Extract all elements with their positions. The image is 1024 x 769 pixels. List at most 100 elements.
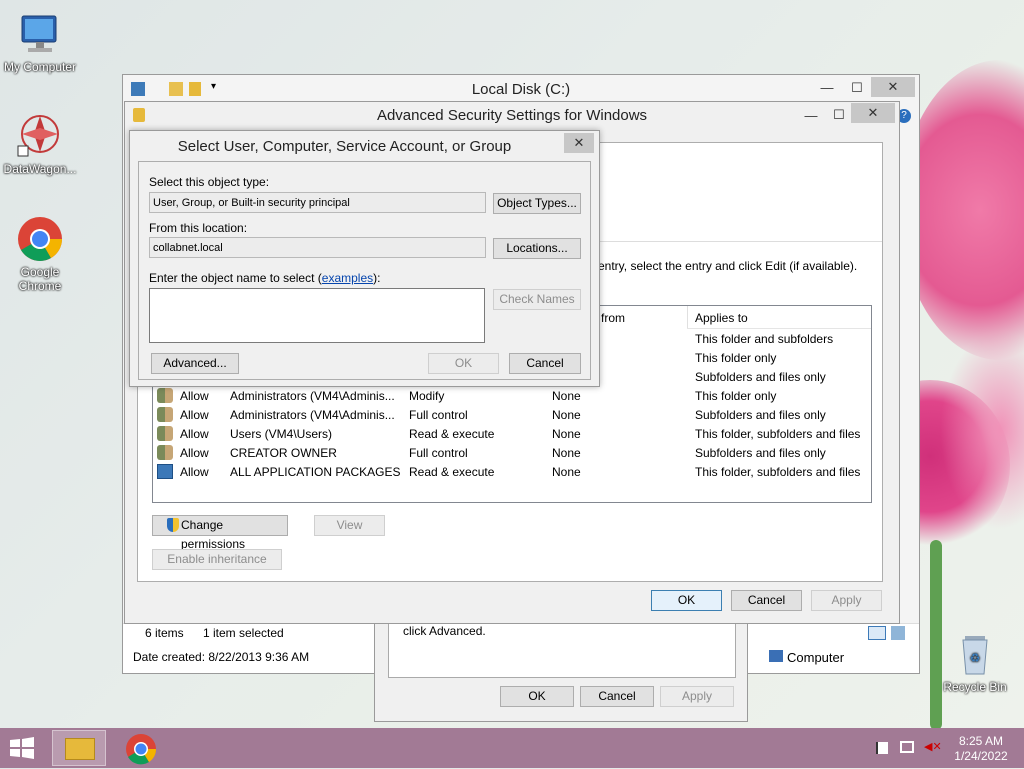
desktop-icon-label: My Computer xyxy=(3,60,77,74)
view-button[interactable]: View xyxy=(314,515,385,536)
entry-type: Allow xyxy=(180,408,209,422)
object-name-input[interactable] xyxy=(149,288,485,343)
entry-access: Read & execute xyxy=(409,465,495,479)
uac-shield-icon xyxy=(167,518,179,532)
desktop-icon-label: DataWagon... xyxy=(3,162,77,176)
entry-inherited: None xyxy=(552,389,581,403)
folder-icon[interactable] xyxy=(189,82,201,96)
locations-button[interactable]: Locations... xyxy=(493,238,581,259)
col-divider xyxy=(687,306,688,328)
new-folder-icon[interactable] xyxy=(169,82,183,96)
desktop-icon-label: Recycle Bin xyxy=(943,680,1007,694)
desktop-icon-google-chrome[interactable]: Google Chrome xyxy=(0,215,80,293)
examples-link[interactable]: examples xyxy=(322,271,373,285)
computer-icon xyxy=(769,650,783,662)
col-header-inherited[interactable]: from xyxy=(601,311,625,325)
location-field: collabnet.local xyxy=(149,237,486,258)
applies-to: This folder only xyxy=(695,389,777,403)
apply-button[interactable]: Apply xyxy=(811,590,882,611)
location-label: From this location: xyxy=(149,221,248,235)
adv-security-title: Advanced Security Settings for Windows xyxy=(376,107,648,124)
check-names-button[interactable]: Check Names xyxy=(493,289,581,310)
network-icon[interactable] xyxy=(900,741,914,753)
maximize-button[interactable]: ☐ xyxy=(825,105,853,125)
chrome-icon xyxy=(126,734,157,765)
entry-type: Allow xyxy=(180,446,209,460)
ok-button[interactable]: OK xyxy=(428,353,499,374)
explorer-title: Local Disk (C:) xyxy=(471,81,571,98)
desktop-icon-label: Google Chrome xyxy=(18,265,62,293)
users-icon xyxy=(157,388,173,403)
advanced-button[interactable]: Advanced... xyxy=(151,353,239,374)
minimize-button[interactable]: — xyxy=(797,106,825,126)
entry-inherited: None xyxy=(552,427,581,441)
advanced-hint: click Advanced. xyxy=(403,624,486,638)
datawagon-icon xyxy=(16,112,64,160)
close-button[interactable]: ✕ xyxy=(871,77,915,97)
apply-button[interactable]: Apply xyxy=(660,686,734,707)
entry-type: Allow xyxy=(180,389,209,403)
entry-inherited: None xyxy=(552,408,581,422)
desktop-icon-datawagon[interactable]: DataWagon... xyxy=(0,112,80,176)
cancel-button[interactable]: Cancel xyxy=(731,590,802,611)
close-button[interactable]: ✕ xyxy=(851,103,895,123)
close-button[interactable]: ✕ xyxy=(564,133,594,153)
table-row[interactable]: Allow ALL APPLICATION PACKAGES Read & ex… xyxy=(153,463,871,482)
volume-muted-icon[interactable]: ◀✕ xyxy=(924,741,942,753)
recycle-bin-icon: ♻ xyxy=(951,630,999,678)
desktop-icon-recycle-bin[interactable]: ♻ Recycle Bin xyxy=(935,630,1015,694)
object-types-button[interactable]: Object Types... xyxy=(493,193,581,214)
enter-label-text: Enter the object name to select ( xyxy=(149,271,322,285)
permissions-hint: entry, select the entry and click Edit (… xyxy=(598,259,858,273)
folder-icon xyxy=(133,108,145,122)
table-row[interactable]: Allow Administrators (VM4\Adminis... Mod… xyxy=(153,387,871,406)
ok-button[interactable]: OK xyxy=(500,686,574,707)
maximize-button[interactable]: ☐ xyxy=(843,78,871,98)
applies-to: Subfolders and files only xyxy=(695,370,826,384)
status-date-created: Date created: 8/22/2013 9:36 AM xyxy=(133,650,310,664)
action-center-flag-icon[interactable] xyxy=(876,742,888,754)
status-location: Computer xyxy=(787,650,845,665)
entry-principal: Administrators (VM4\Adminis... xyxy=(230,389,395,403)
table-row[interactable]: Allow Users (VM4\Users) Read & execute N… xyxy=(153,425,871,444)
enable-inheritance-button[interactable]: Enable inheritance xyxy=(152,549,282,570)
details-view-icon[interactable] xyxy=(868,626,886,640)
clock[interactable]: 8:25 AM 1/24/2022 xyxy=(946,734,1016,764)
cancel-button[interactable]: Cancel xyxy=(580,686,654,707)
change-permissions-button[interactable]: Change permissions xyxy=(152,515,288,551)
taskbar-file-explorer[interactable] xyxy=(52,730,106,766)
properties-icon[interactable] xyxy=(131,82,145,96)
entry-access: Modify xyxy=(409,389,445,403)
enter-object-name-label: Enter the object name to select (example… xyxy=(149,271,380,285)
users-icon xyxy=(157,426,173,441)
applies-to: This folder, subfolders and files xyxy=(695,465,861,479)
applies-to: This folder, subfolders and files xyxy=(695,427,861,441)
entry-access: Full control xyxy=(409,408,468,422)
cancel-button[interactable]: Cancel xyxy=(509,353,581,374)
users-icon xyxy=(157,445,173,460)
entry-access: Read & execute xyxy=(409,427,495,441)
app-packages-icon xyxy=(157,464,173,479)
applies-to: This folder and subfolders xyxy=(695,332,834,346)
start-button[interactable] xyxy=(8,736,40,762)
applies-to: Subfolders and files only xyxy=(695,408,826,422)
quick-access-toolbar: ▾ xyxy=(129,81,229,99)
col-header-applies[interactable]: Applies to xyxy=(695,311,748,325)
status-items: 6 items xyxy=(145,626,184,640)
status-selected: 1 item selected xyxy=(203,626,284,640)
entry-inherited: None xyxy=(552,465,581,479)
minimize-button[interactable]: — xyxy=(813,78,841,98)
table-row[interactable]: Allow CREATOR OWNER Full control None Su… xyxy=(153,444,871,463)
select-user-dialog: Select User, Computer, Service Account, … xyxy=(129,130,600,387)
svg-text:♻: ♻ xyxy=(970,651,981,665)
object-type-label: Select this object type: xyxy=(149,175,270,189)
computer-icon xyxy=(16,10,64,58)
taskbar-chrome[interactable] xyxy=(124,732,164,766)
clock-date: 1/24/2022 xyxy=(954,749,1008,763)
chevron-down-icon[interactable]: ▾ xyxy=(211,81,216,92)
table-row[interactable]: Allow Administrators (VM4\Adminis... Ful… xyxy=(153,406,871,425)
entry-type: Allow xyxy=(180,427,209,441)
large-icons-view-icon[interactable] xyxy=(891,626,905,640)
desktop-icon-my-computer[interactable]: My Computer xyxy=(0,10,80,74)
ok-button[interactable]: OK xyxy=(651,590,722,611)
